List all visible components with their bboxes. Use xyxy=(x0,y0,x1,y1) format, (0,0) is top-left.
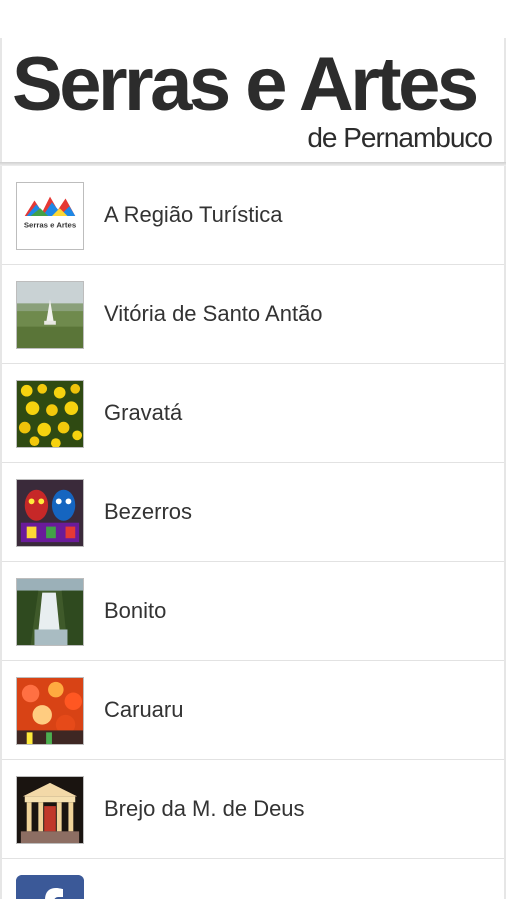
menu-item-label: Caruaru xyxy=(104,697,184,722)
menu-list: Serras e Artes A Região Turística Vitóri… xyxy=(0,166,506,899)
menu-item-brejo[interactable]: Brejo da M. de Deus xyxy=(2,760,504,859)
app-header: Serras e Artes de Pernambuco xyxy=(0,38,506,162)
menu-item-label: A Região Turística xyxy=(104,202,283,227)
menu-item-regiao-turistica[interactable]: Serras e Artes A Região Turística xyxy=(2,166,504,265)
menu-item-bezerros[interactable]: Bezerros xyxy=(2,463,504,562)
brand-subtitle: de Pernambuco xyxy=(307,122,493,153)
bezerros-masks-icon xyxy=(16,479,84,547)
menu-item-facebook[interactable] xyxy=(2,859,504,899)
menu-item-label: Bonito xyxy=(104,598,167,623)
regiao-logo-icon: Serras e Artes xyxy=(16,182,84,250)
app-screen: Serras e Artes de Pernambuco Serras e Ar… xyxy=(0,0,506,900)
regiao-logo-text: Serras e Artes xyxy=(24,221,76,230)
menu-item-bonito[interactable]: Bonito xyxy=(2,562,504,661)
gravata-flowers-icon xyxy=(16,380,84,448)
facebook-icon xyxy=(16,875,84,899)
menu-item-label: Bezerros xyxy=(104,499,193,524)
vitoria-photo-icon xyxy=(16,281,84,349)
brand-title: Serras e Artes xyxy=(12,42,479,127)
menu-item-caruaru[interactable]: Caruaru xyxy=(2,661,504,760)
status-bar-area xyxy=(0,0,506,38)
menu-item-gravata[interactable]: Gravatá xyxy=(2,364,504,463)
bonito-waterfall-icon xyxy=(16,578,84,646)
menu-item-vitoria[interactable]: Vitória de Santo Antão xyxy=(2,265,504,364)
caruaru-festival-icon xyxy=(16,677,84,745)
menu-item-label: Brejo da M. de Deus xyxy=(104,796,305,821)
brejo-theater-icon xyxy=(16,776,84,844)
menu-item-label: Vitória de Santo Antão xyxy=(104,301,323,326)
menu-item-label: Gravatá xyxy=(104,400,183,425)
